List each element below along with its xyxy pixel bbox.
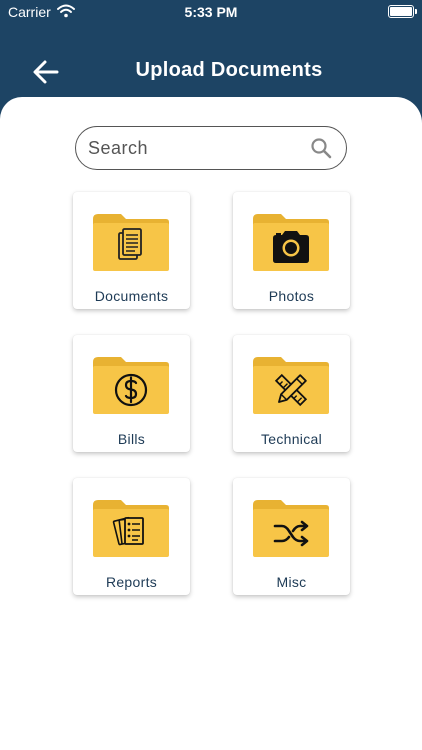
category-card-documents[interactable]: Documents: [73, 192, 190, 309]
search-bar[interactable]: [75, 126, 347, 170]
category-label: Misc: [276, 574, 307, 590]
category-card-technical[interactable]: Technical: [233, 335, 350, 452]
category-card-bills[interactable]: Bills: [73, 335, 190, 452]
battery-icon: [388, 5, 417, 18]
category-card-photos[interactable]: Photos: [233, 192, 350, 309]
app-header: Carrier 5:33 PM Upload Documents: [0, 0, 422, 110]
page-title: Upload Documents: [135, 59, 323, 81]
camera-icon: [253, 214, 329, 271]
shuffle-icon: [253, 500, 329, 557]
category-label: Photos: [268, 288, 315, 304]
status-bar: Carrier 5:33 PM: [0, 0, 422, 24]
main-content: Documents Photos Bills: [0, 97, 422, 750]
ruler-pencil-icon: [253, 357, 329, 414]
dollar-icon: [93, 357, 169, 414]
category-label: Reports: [105, 574, 158, 590]
category-label: Technical: [260, 431, 323, 447]
category-label: Bills: [117, 431, 146, 447]
reports-icon: [93, 500, 169, 557]
search-input[interactable]: [88, 133, 303, 163]
status-time: 5:33 PM: [184, 4, 238, 20]
search-icon[interactable]: [310, 137, 332, 159]
documents-icon: [93, 214, 169, 271]
category-card-reports[interactable]: Reports: [73, 478, 190, 595]
category-card-misc[interactable]: Misc: [233, 478, 350, 595]
category-label: Documents: [94, 288, 169, 304]
